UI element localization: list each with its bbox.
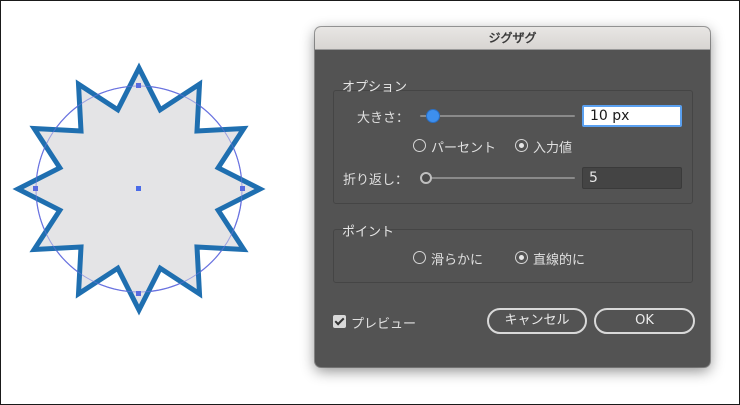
anchor-point-right: [240, 186, 245, 191]
dialog-title: ジグザグ: [315, 27, 710, 50]
smooth-radio[interactable]: [413, 251, 426, 264]
center-point: [136, 186, 141, 191]
options-group-label: オプション: [342, 80, 408, 95]
percent-label[interactable]: パーセント: [431, 137, 496, 156]
ridges-slider-track[interactable]: [420, 177, 575, 179]
size-label: 大きさ：: [357, 111, 410, 126]
preview-checkbox[interactable]: [333, 315, 346, 328]
size-input[interactable]: 10 px: [582, 105, 682, 127]
corner-label[interactable]: 直線的に: [533, 249, 585, 268]
anchor-point-bottom: [136, 291, 141, 296]
corner-radio[interactable]: [515, 251, 528, 264]
anchor-point-top: [136, 83, 141, 88]
absolute-radio[interactable]: [515, 139, 528, 152]
size-slider-track[interactable]: [420, 115, 575, 117]
anchor-point-left: [33, 186, 38, 191]
ridges-input[interactable]: 5: [582, 167, 682, 189]
smooth-label[interactable]: 滑らかに: [431, 249, 483, 268]
percent-radio[interactable]: [413, 139, 426, 152]
ok-button[interactable]: OK: [594, 308, 695, 334]
preview-label[interactable]: プレビュー: [351, 313, 416, 332]
points-group-label: ポイント: [342, 225, 395, 240]
size-slider-thumb[interactable]: [426, 109, 440, 123]
ridges-slider-thumb[interactable]: [420, 172, 432, 184]
ridges-label: 折り返し：: [343, 173, 409, 188]
zigzag-dialog: ジグザグ オプション 大きさ： 10 px パーセント 入力値 折り返し： 5 …: [315, 27, 710, 367]
artboard-canvas: [12, 62, 266, 316]
absolute-label[interactable]: 入力値: [533, 137, 572, 156]
cancel-button[interactable]: キャンセル: [487, 308, 587, 334]
